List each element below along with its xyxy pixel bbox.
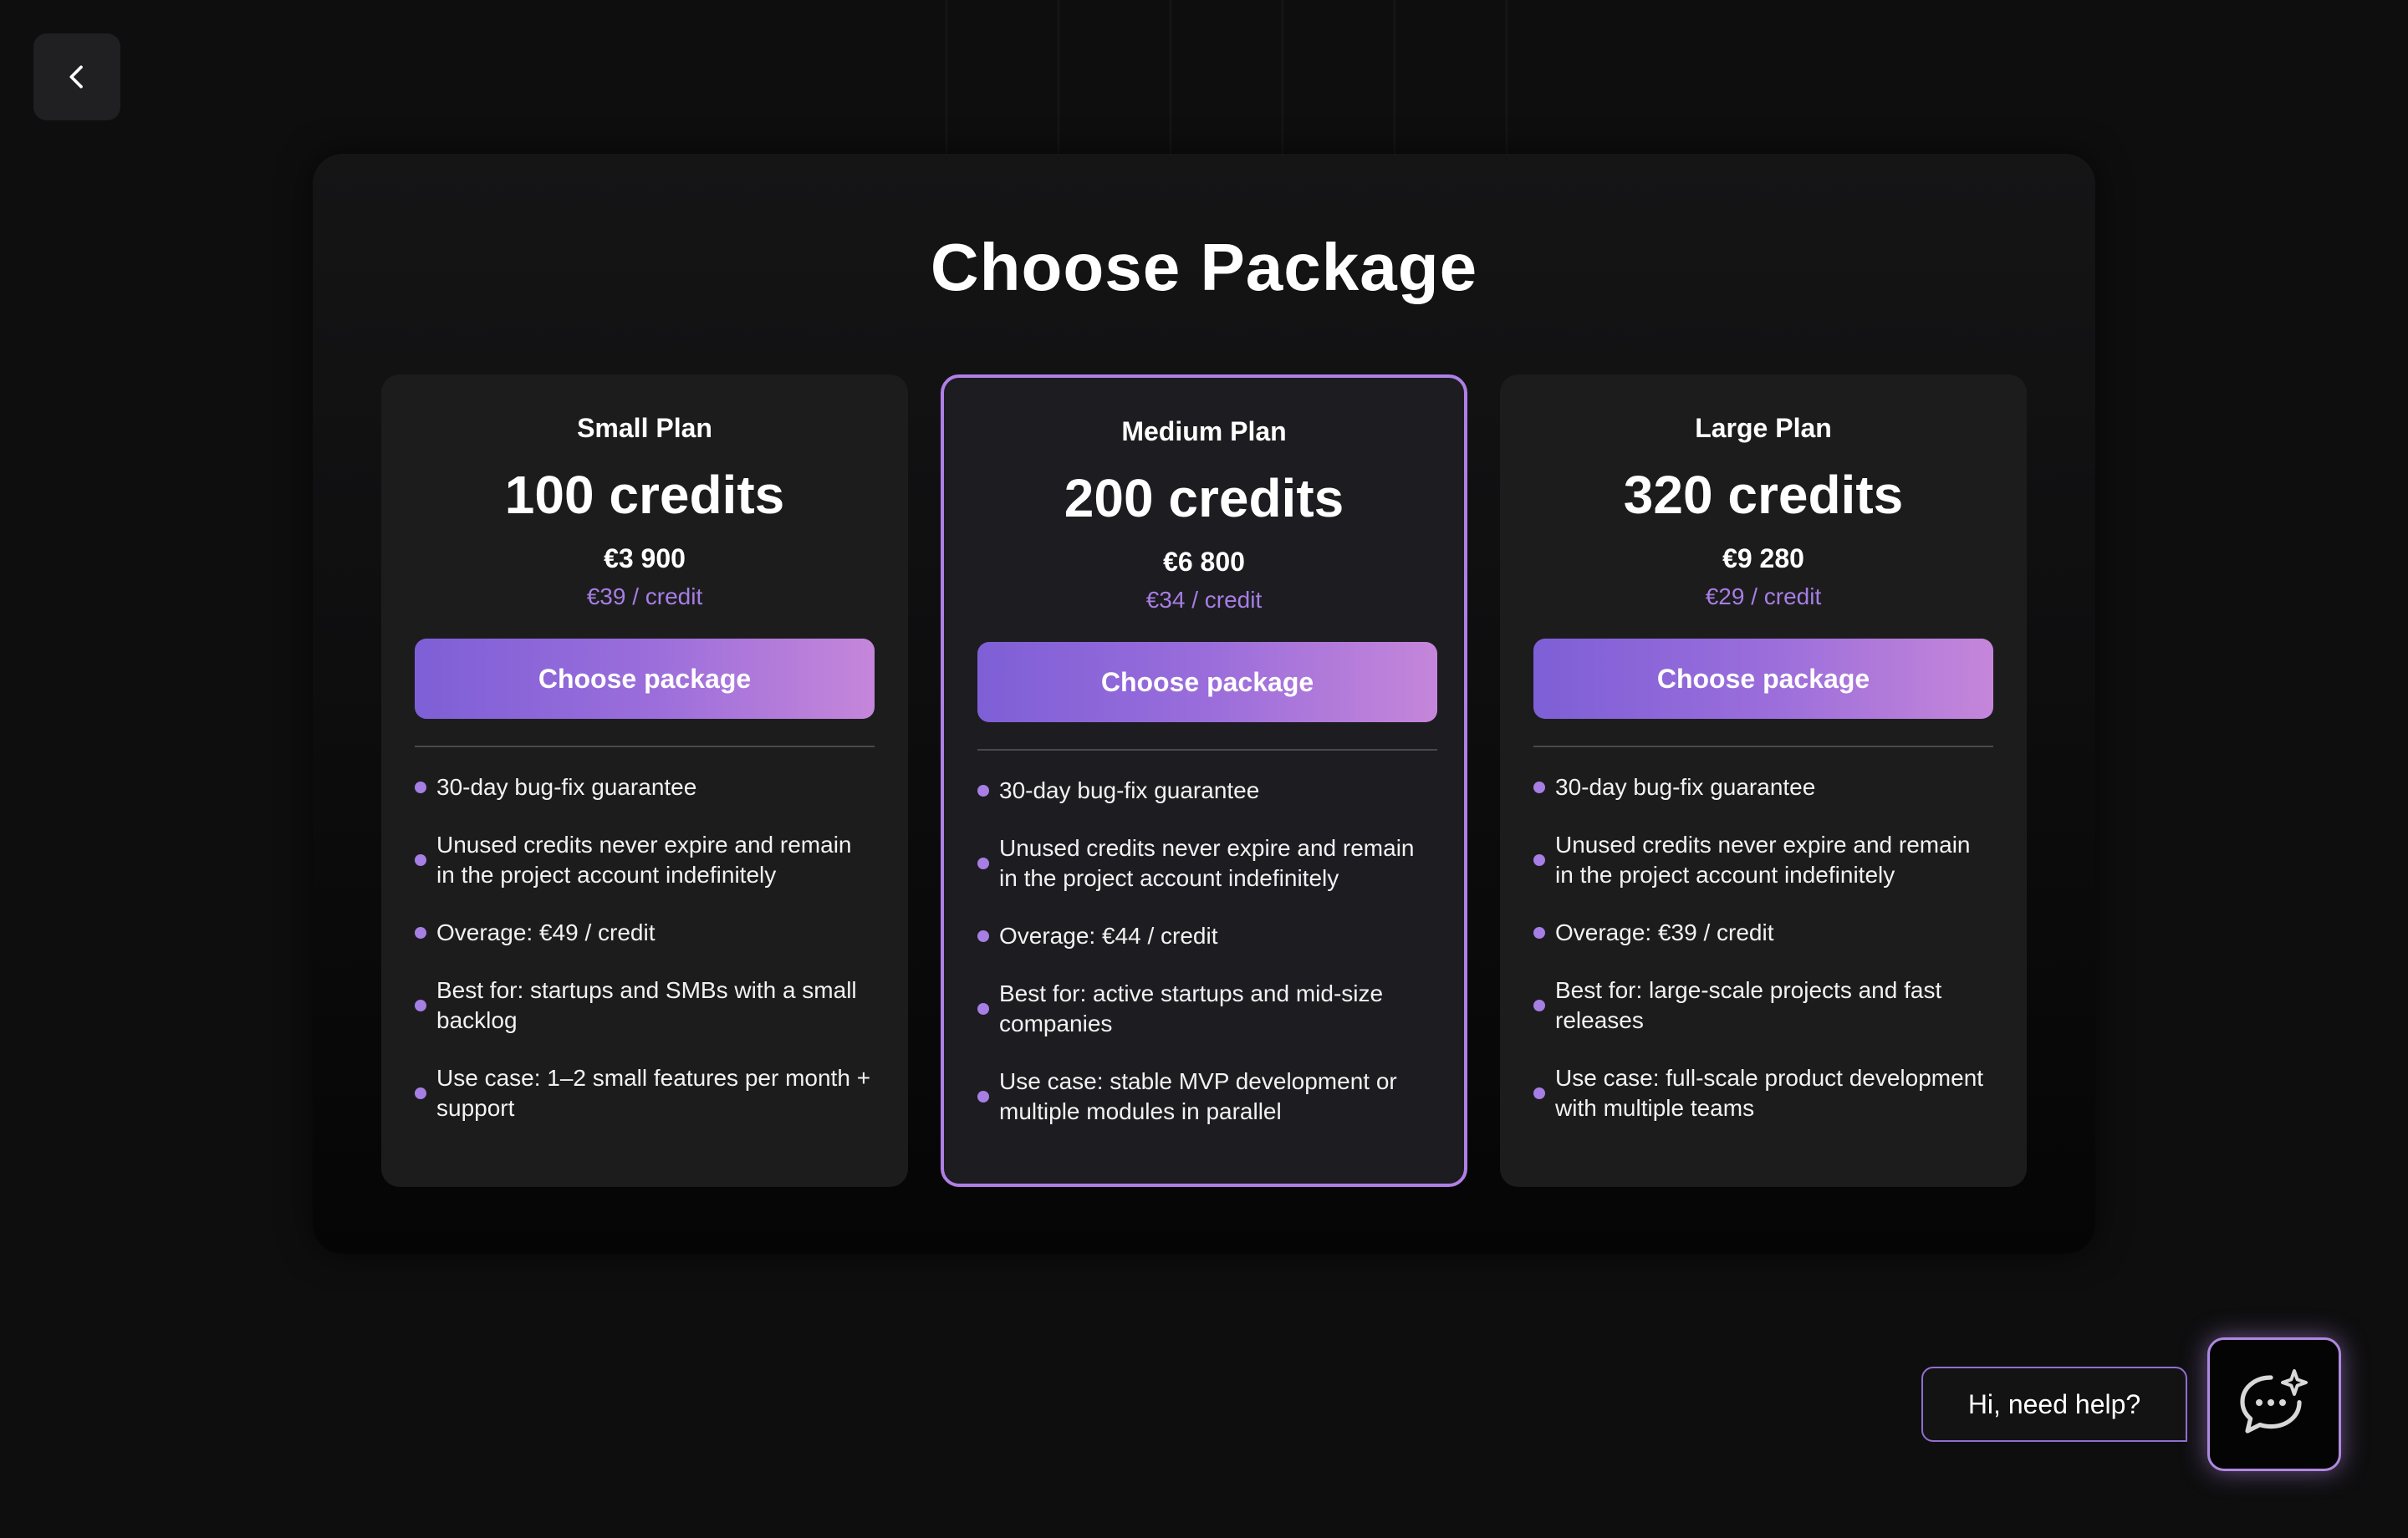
plan-credits: 200 credits <box>1064 468 1344 528</box>
bullet-dot <box>977 1091 989 1103</box>
feature-item: Use case: 1–2 small features per month +… <box>415 1063 875 1123</box>
feature-list: 30-day bug-fix guarantee Unused credits … <box>415 772 875 1123</box>
divider <box>415 746 875 747</box>
feature-item: 30-day bug-fix guarantee <box>415 772 875 802</box>
plan-credits: 320 credits <box>1623 465 1904 525</box>
feature-item: Best for: active startups and mid-size c… <box>977 979 1437 1039</box>
bullet-dot <box>415 1000 426 1011</box>
feature-text: Best for: active startups and mid-size c… <box>999 980 1384 1036</box>
bullet-dot <box>415 1087 426 1099</box>
feature-text: Use case: stable MVP development or mult… <box>999 1068 1397 1124</box>
bullet-dot <box>1533 782 1545 793</box>
plan-card-large: Large Plan 320 credits €9 280 €29 / cred… <box>1500 374 2027 1187</box>
feature-item: 30-day bug-fix guarantee <box>977 776 1437 806</box>
background-glow <box>836 0 1589 167</box>
feature-text: Use case: 1–2 small features per month +… <box>436 1065 871 1121</box>
plan-per-credit: €34 / credit <box>1145 587 1263 613</box>
bullet-dot <box>977 785 989 797</box>
feature-text: Best for: startups and SMBs with a small… <box>436 977 857 1033</box>
back-button[interactable] <box>33 33 120 120</box>
chevron-left-icon <box>69 65 83 89</box>
bullet-dot <box>1533 1087 1545 1099</box>
feature-text: Use case: full-scale product development… <box>1555 1065 1984 1121</box>
bullet-dot <box>415 854 426 866</box>
feature-item: Overage: €49 / credit <box>415 918 875 948</box>
plan-price: €6 800 <box>1163 547 1245 577</box>
feature-list: 30-day bug-fix guarantee Unused credits … <box>1533 772 1993 1123</box>
plan-name: Small Plan <box>577 413 712 443</box>
bullet-dot <box>977 858 989 869</box>
feature-item: Best for: large-scale projects and fast … <box>1533 975 1993 1036</box>
bullet-dot <box>415 927 426 939</box>
plan-card-medium: Medium Plan 200 credits €6 800 €34 / cre… <box>941 374 1467 1187</box>
feature-text: Overage: €44 / credit <box>999 923 1218 949</box>
plan-per-credit: €29 / credit <box>1705 583 1822 609</box>
page-title: Choose Package <box>930 230 1478 304</box>
feature-list: 30-day bug-fix guarantee Unused credits … <box>977 776 1437 1127</box>
divider <box>1533 746 1993 747</box>
feature-text: Overage: €39 / credit <box>1555 919 1774 945</box>
choose-package-button-medium[interactable]: Choose package <box>977 642 1437 722</box>
choose-package-button-small[interactable]: Choose package <box>415 639 875 719</box>
feature-item: Best for: startups and SMBs with a small… <box>415 975 875 1036</box>
page: Choose Package Small Plan 100 credits €3… <box>0 0 2408 1538</box>
feature-item: Overage: €39 / credit <box>1533 918 1993 948</box>
plan-name: Medium Plan <box>1121 416 1287 446</box>
bullet-dot <box>1533 854 1545 866</box>
feature-text: 30-day bug-fix guarantee <box>1555 774 1816 800</box>
feature-item: Use case: full-scale product development… <box>1533 1063 1993 1123</box>
bullet-dot <box>977 930 989 942</box>
feature-text: Unused credits never expire and remain i… <box>436 832 852 888</box>
bullet-dot <box>977 1003 989 1015</box>
bullet-dot <box>415 782 426 793</box>
plan-per-credit: €39 / credit <box>586 583 703 609</box>
help-bubble[interactable]: Hi, need help? <box>1921 1367 2187 1442</box>
feature-text: 30-day bug-fix guarantee <box>999 777 1260 803</box>
feature-item: Unused credits never expire and remain i… <box>1533 830 1993 890</box>
feature-text: Overage: €49 / credit <box>436 919 656 945</box>
feature-item: Use case: stable MVP development or mult… <box>977 1067 1437 1127</box>
bullet-dot <box>1533 927 1545 939</box>
feature-text: Unused credits never expire and remain i… <box>999 835 1415 891</box>
feature-item: Unused credits never expire and remain i… <box>415 830 875 890</box>
feature-text: Best for: large-scale projects and fast … <box>1555 977 1942 1033</box>
choose-package-button-large[interactable]: Choose package <box>1533 639 1993 719</box>
feature-item: Unused credits never expire and remain i… <box>977 833 1437 894</box>
plan-name: Large Plan <box>1695 413 1832 443</box>
plan-credits: 100 credits <box>504 465 785 525</box>
chat-sparkle-icon <box>2240 1369 2308 1434</box>
feature-item: 30-day bug-fix guarantee <box>1533 772 1993 802</box>
plan-price: €3 900 <box>604 543 686 573</box>
bullet-dot <box>1533 1000 1545 1011</box>
plan-card-small: Small Plan 100 credits €3 900 €39 / cred… <box>381 374 908 1187</box>
divider <box>977 749 1437 751</box>
feature-item: Overage: €44 / credit <box>977 921 1437 951</box>
chat-button[interactable] <box>2207 1337 2341 1471</box>
feature-text: 30-day bug-fix guarantee <box>436 774 697 800</box>
package-panel: Choose Package Small Plan 100 credits €3… <box>313 154 2095 1254</box>
feature-text: Unused credits never expire and remain i… <box>1555 832 1971 888</box>
plan-price: €9 280 <box>1722 543 1804 573</box>
